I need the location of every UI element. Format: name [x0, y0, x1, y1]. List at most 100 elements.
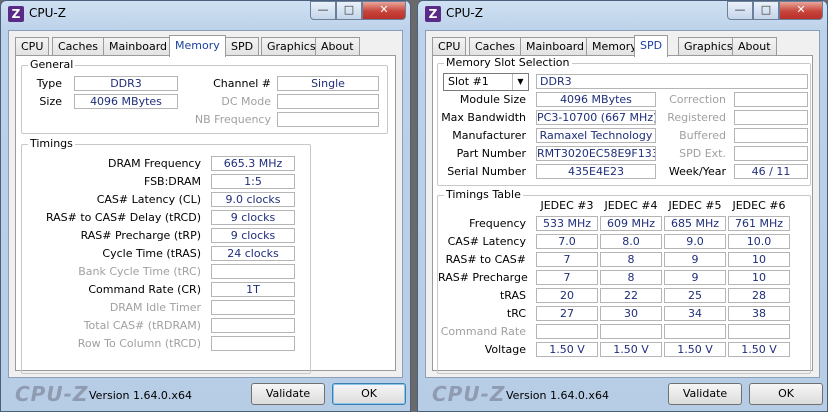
table-cell: 20: [536, 288, 598, 303]
table-cell: 9: [664, 252, 726, 267]
part-number-field: RMT3020EC58E9F1333: [536, 146, 656, 161]
jedec-5-header: JEDEC #5: [668, 199, 722, 212]
fsb-dram-label: FSB:DRAM: [143, 175, 201, 188]
maximize-button[interactable]: □: [753, 1, 779, 20]
tab-memory[interactable]: Memory: [169, 35, 226, 57]
dram-idle-timer-label: DRAM Idle Timer: [109, 301, 201, 314]
table-cell: 7: [536, 252, 598, 267]
ok-button[interactable]: OK: [332, 383, 406, 405]
tab-mainboard[interactable]: Mainboard: [520, 37, 591, 56]
dc-mode-label: DC Mode: [221, 95, 271, 108]
table-cell: 761 MHz: [728, 216, 790, 231]
table-cell: 22: [600, 288, 662, 303]
tab-cpu[interactable]: CPU: [432, 37, 467, 56]
minimize-button[interactable]: —: [310, 1, 336, 20]
table-cell: 7: [536, 270, 598, 285]
tab-graphics[interactable]: Graphics: [678, 37, 739, 56]
correction-label: Correction: [669, 93, 726, 106]
nb-frequency-label: NB Frequency: [194, 113, 271, 126]
close-button[interactable]: ✕: [362, 1, 406, 20]
cycle-time-label: Cycle Time (tRAS): [102, 247, 201, 260]
jedec-3-header: JEDEC #3: [540, 199, 594, 212]
table-cell: 1.50 V: [600, 342, 662, 357]
footer-bar: CPU-Z Version 1.64.0.x64 Validate OK: [1, 378, 410, 411]
total-cas-field: [211, 318, 295, 333]
tab-spd[interactable]: SPD: [225, 37, 260, 56]
footer-bar: CPU-Z Version 1.64.0.x64 Validate OK: [418, 378, 827, 411]
window-title: CPU-Z: [446, 6, 483, 20]
title-bar[interactable]: Z CPU-Z — □ ✕: [418, 1, 827, 29]
cpuz-window-memory: Z CPU-Z — □ ✕ CPU Caches Mainboard Memor…: [0, 0, 411, 412]
table-cell: 1.50 V: [728, 342, 790, 357]
frequency-label: Frequency: [469, 217, 526, 230]
row-to-column-field: [211, 336, 295, 351]
max-bandwidth-label: Max Bandwidth: [441, 111, 526, 124]
cas-latency-label: CAS# Latency: [447, 235, 526, 248]
timings-group-title: Timings: [28, 137, 75, 151]
tab-spd[interactable]: SPD: [634, 35, 669, 57]
week-year-label: Week/Year: [668, 165, 726, 178]
spd-ext-label: SPD Ext.: [679, 147, 726, 160]
table-cell: 8.0: [600, 234, 662, 249]
cpuz-app-icon: Z: [8, 6, 24, 22]
fsb-dram-field: 1:5: [211, 174, 295, 189]
title-bar[interactable]: Z CPU-Z — □ ✕: [1, 1, 410, 29]
manufacturer-label: Manufacturer: [452, 129, 526, 142]
tab-caches[interactable]: Caches: [52, 37, 104, 56]
size-label: Size: [39, 95, 62, 108]
bank-cycle-time-label: Bank Cycle Time (tRC): [78, 265, 201, 278]
part-number-label: Part Number: [456, 147, 526, 160]
ras-precharge-field: 9 clocks: [211, 228, 295, 243]
table-cell: 34: [664, 306, 726, 321]
ras-to-cas-field: 9 clocks: [211, 210, 295, 225]
tab-mainboard[interactable]: Mainboard: [103, 37, 174, 56]
ok-button[interactable]: OK: [749, 383, 823, 405]
dram-frequency-field: 665.3 MHz: [211, 156, 295, 171]
validate-button[interactable]: Validate: [668, 383, 742, 405]
table-cell: 7.0: [536, 234, 598, 249]
table-cell: 9: [664, 270, 726, 285]
voltage-label: Voltage: [484, 343, 526, 356]
general-group-title: General: [28, 58, 76, 72]
timings-table-group: Timings Table JEDEC #3 JEDEC #4 JEDEC #5…: [437, 188, 811, 374]
tab-about[interactable]: About: [315, 37, 360, 56]
tras-label: tRAS: [499, 289, 526, 302]
registered-field: [734, 110, 808, 125]
timings-group: Timings DRAM Frequency 665.3 MHz FSB:DRA…: [21, 137, 311, 374]
cpuz-window-spd: Z CPU-Z — □ ✕ CPU Caches Mainboard Memor…: [417, 0, 828, 412]
client-area: CPU Caches Mainboard Memory SPD Graphics…: [8, 30, 403, 378]
type-field: DDR3: [74, 76, 178, 91]
table-cell: [600, 324, 662, 339]
dram-idle-timer-field: [211, 300, 295, 315]
correction-field: [734, 92, 808, 107]
dram-frequency-label: DRAM Frequency: [107, 157, 201, 170]
tab-graphics[interactable]: Graphics: [261, 37, 322, 56]
close-button[interactable]: ✕: [779, 1, 823, 20]
table-cell: 25: [664, 288, 726, 303]
memory-type-field: DDR3: [536, 74, 808, 89]
table-cell: 1.50 V: [536, 342, 598, 357]
tab-cpu[interactable]: CPU: [15, 37, 50, 56]
validate-button[interactable]: Validate: [251, 383, 325, 405]
cas-latency-field: 9.0 clocks: [211, 192, 295, 207]
tab-about[interactable]: About: [732, 37, 777, 56]
cpuz-app-icon: Z: [425, 6, 441, 22]
table-cell: 533 MHz: [536, 216, 598, 231]
command-rate-label: Command Rate: [440, 325, 526, 338]
dc-mode-field: [277, 94, 379, 109]
table-cell: 1.50 V: [664, 342, 726, 357]
tab-caches[interactable]: Caches: [469, 37, 521, 56]
ras-precharge-label: RAS# Precharge: [438, 271, 528, 284]
maximize-button[interactable]: □: [336, 1, 362, 20]
table-cell: 10: [728, 252, 790, 267]
trc-label: tRC: [506, 307, 526, 320]
table-cell: 30: [600, 306, 662, 321]
chevron-down-icon[interactable]: ▼: [512, 74, 528, 90]
timings-table-title: Timings Table: [444, 188, 523, 202]
cycle-time-field: 24 clocks: [211, 246, 295, 261]
minimize-button[interactable]: —: [727, 1, 753, 20]
week-year-field: 46 / 11: [734, 164, 808, 179]
slot-select[interactable]: Slot #1 ▼: [443, 73, 529, 91]
registered-label: Registered: [667, 111, 726, 124]
table-cell: 8: [600, 252, 662, 267]
